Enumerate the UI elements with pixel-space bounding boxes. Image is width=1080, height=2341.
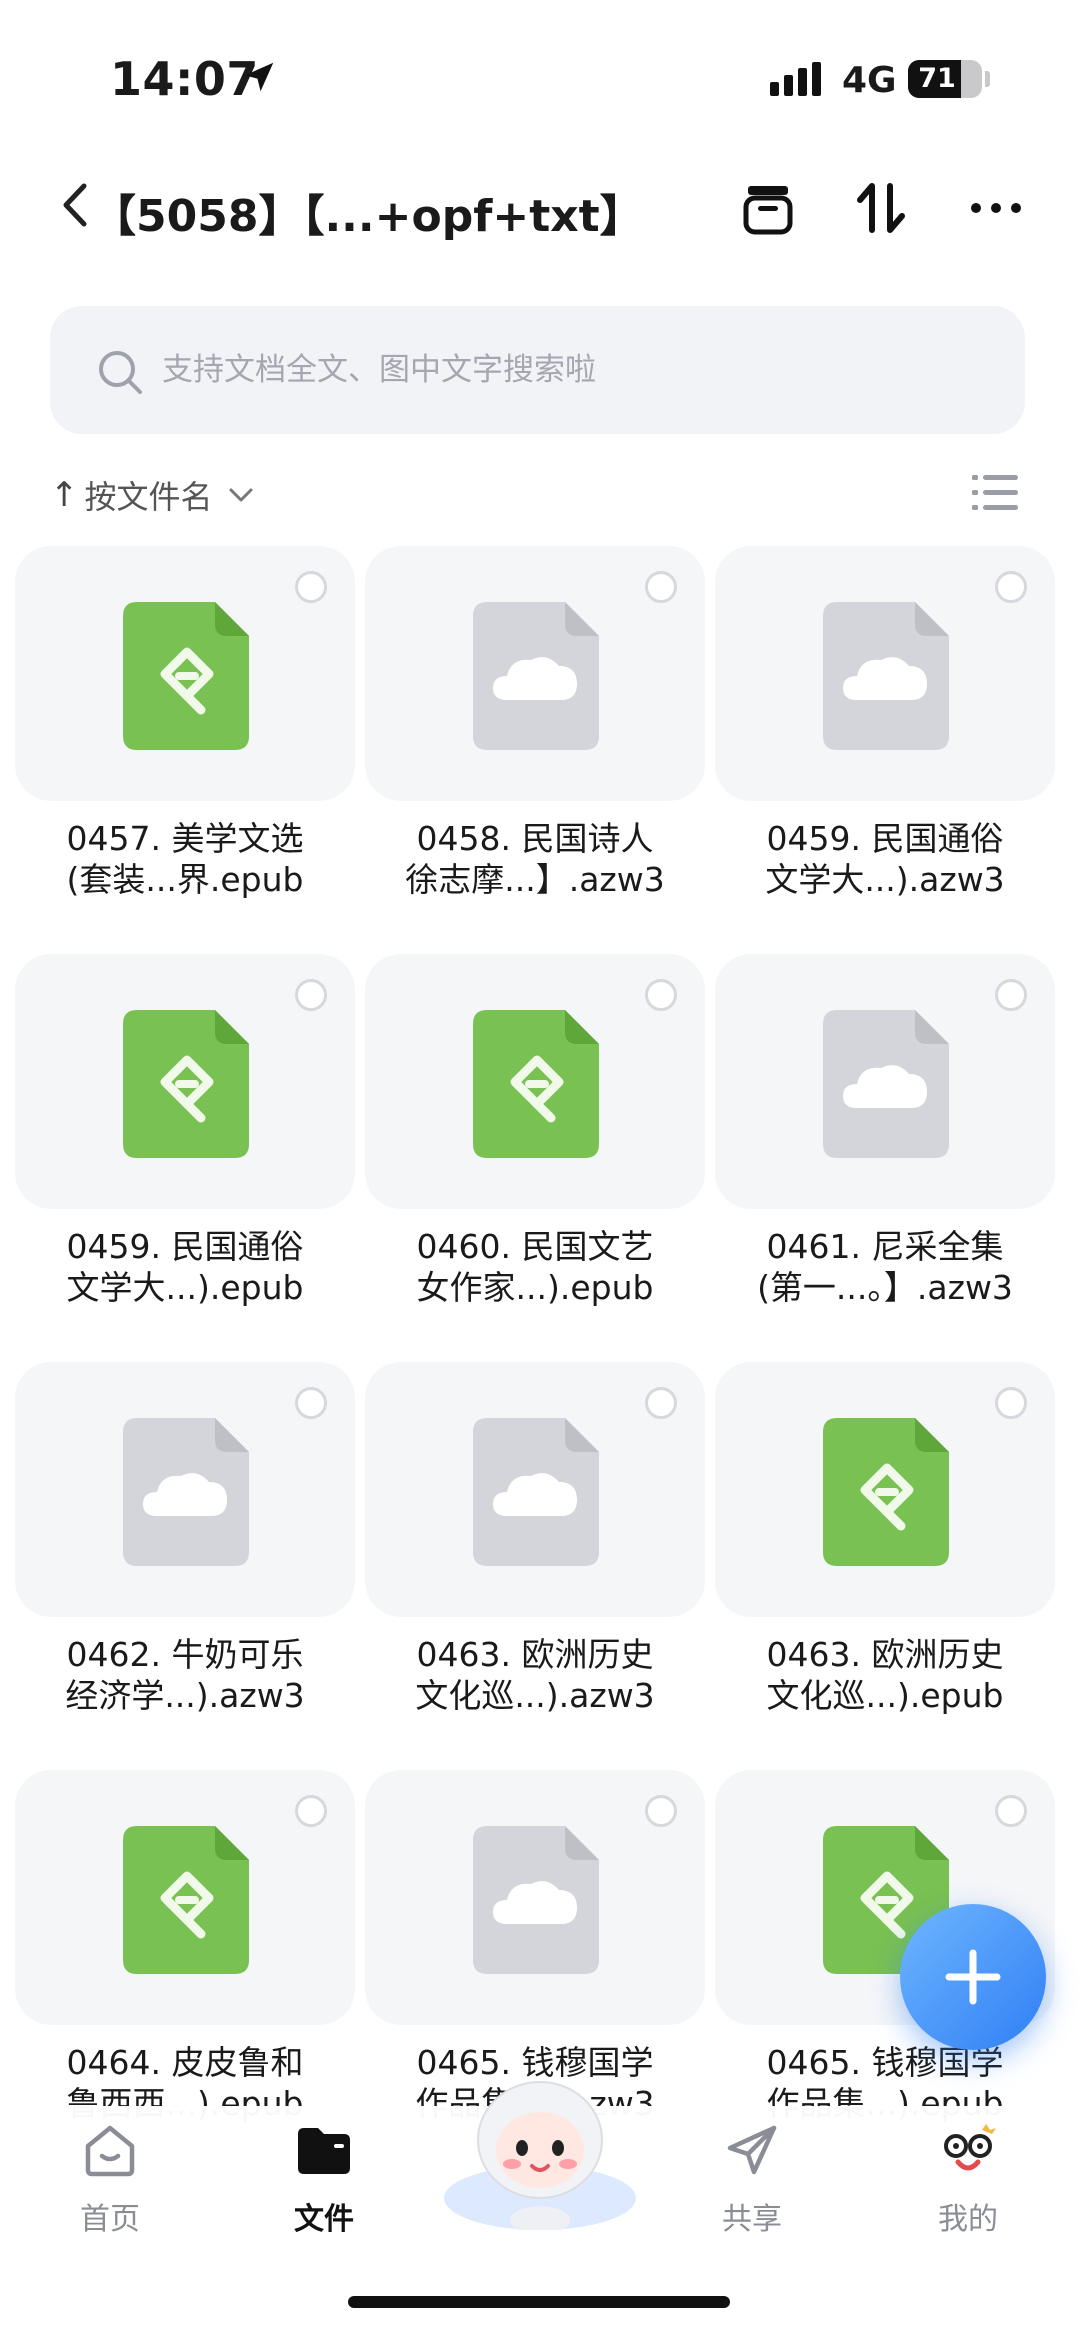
share-icon bbox=[727, 2125, 777, 2175]
file-name: 0462. 牛奶可乐 经济学...).azw3 bbox=[65, 1635, 305, 1715]
sort-direction: ↑ bbox=[50, 475, 79, 515]
cloud-file-icon bbox=[823, 602, 949, 750]
select-checkbox[interactable] bbox=[645, 1387, 677, 1419]
file-name: 0460. 民国文艺 女作家...).epub bbox=[416, 1227, 654, 1307]
folder-icon bbox=[298, 2128, 350, 2174]
sort-selector[interactable]: ↑ 按文件名 bbox=[50, 470, 255, 520]
cloud-file-icon bbox=[473, 602, 599, 750]
search-bar[interactable] bbox=[50, 306, 1025, 434]
sort-label: 按文件名 bbox=[84, 478, 213, 516]
profile-icon bbox=[944, 2124, 996, 2171]
file-item[interactable]: 0462. 牛奶可乐 经济学...).azw3 bbox=[15, 1362, 355, 1762]
epub-file-icon bbox=[123, 602, 249, 750]
network-type: 4G bbox=[842, 60, 897, 101]
select-checkbox[interactable] bbox=[295, 1387, 327, 1419]
file-name: 0459. 民国通俗 文学大...).azw3 bbox=[765, 819, 1005, 899]
file-thumbnail[interactable] bbox=[15, 1362, 355, 1617]
file-name: 0458. 民国诗人 徐志摩...】.azw3 bbox=[405, 819, 665, 899]
home-indicator bbox=[348, 2296, 730, 2308]
select-checkbox[interactable] bbox=[645, 979, 677, 1011]
file-thumbnail[interactable] bbox=[715, 1362, 1055, 1617]
file-item[interactable]: 0459. 民国通俗 文学大...).azw3 bbox=[715, 546, 1055, 946]
sort-order-icon[interactable] bbox=[852, 178, 912, 238]
cloud-file-icon bbox=[123, 1418, 249, 1566]
select-checkbox[interactable] bbox=[995, 979, 1027, 1011]
location-arrow-icon bbox=[244, 62, 274, 92]
select-checkbox[interactable] bbox=[295, 1795, 327, 1827]
tab-files-label: 文件 bbox=[294, 2202, 354, 2237]
file-name: 0463. 欧洲历史 文化巡...).epub bbox=[766, 1635, 1004, 1715]
select-checkbox[interactable] bbox=[995, 1795, 1027, 1827]
file-thumbnail[interactable] bbox=[715, 546, 1055, 801]
plus-icon bbox=[945, 1949, 1001, 2005]
file-item[interactable]: 0458. 民国诗人 徐志摩...】.azw3 bbox=[365, 546, 705, 946]
file-name: 0463. 欧洲历史 文化巡...).azw3 bbox=[415, 1635, 655, 1715]
cloud-file-icon bbox=[823, 1010, 949, 1158]
file-name: 0459. 民国通俗 文学大...).epub bbox=[66, 1227, 304, 1307]
select-checkbox[interactable] bbox=[295, 571, 327, 603]
epub-file-icon bbox=[473, 1010, 599, 1158]
file-thumbnail[interactable] bbox=[365, 1770, 705, 2025]
chevron-down-icon bbox=[229, 488, 253, 502]
tab-share-label: 共享 bbox=[722, 2202, 782, 2237]
search-icon bbox=[99, 351, 142, 394]
file-thumbnail[interactable] bbox=[365, 1362, 705, 1617]
cloud-file-icon bbox=[473, 1418, 599, 1566]
select-checkbox[interactable] bbox=[995, 1387, 1027, 1419]
file-item[interactable]: 0460. 民国文艺 女作家...).epub bbox=[365, 954, 705, 1354]
mascot-icon[interactable] bbox=[440, 2070, 640, 2230]
epub-file-icon bbox=[123, 1010, 249, 1158]
signal-icon bbox=[770, 62, 821, 96]
file-item[interactable]: 0457. 美学文选 (套装...界.epub bbox=[15, 546, 355, 946]
tab-home-label: 首页 bbox=[80, 2202, 140, 2237]
battery-level: 71 bbox=[918, 63, 956, 94]
more-icon[interactable] bbox=[966, 178, 1026, 238]
cloud-file-icon bbox=[473, 1826, 599, 1974]
file-thumbnail[interactable] bbox=[15, 954, 355, 1209]
select-checkbox[interactable] bbox=[995, 571, 1027, 603]
file-thumbnail[interactable] bbox=[15, 1770, 355, 2025]
tab-profile-label: 我的 bbox=[938, 2202, 998, 2237]
file-item[interactable]: 0461. 尼采全集 (第一...。】.azw3 bbox=[715, 954, 1055, 1354]
add-button[interactable] bbox=[900, 1904, 1046, 2050]
file-thumbnail[interactable] bbox=[365, 546, 705, 801]
file-item[interactable]: 0459. 民国通俗 文学大...).epub bbox=[15, 954, 355, 1354]
select-checkbox[interactable] bbox=[295, 979, 327, 1011]
file-name: 0457. 美学文选 (套装...界.epub bbox=[66, 819, 304, 899]
battery-icon: 71 bbox=[908, 60, 982, 98]
search-input[interactable] bbox=[162, 342, 982, 398]
file-item[interactable]: 0463. 欧洲历史 文化巡...).epub bbox=[715, 1362, 1055, 1762]
back-icon[interactable] bbox=[58, 180, 92, 230]
file-name: 0461. 尼采全集 (第一...。】.azw3 bbox=[757, 1227, 1013, 1307]
battery-nub bbox=[985, 71, 990, 87]
tab-share[interactable]: 共享 bbox=[672, 2120, 832, 2260]
file-item[interactable]: 0463. 欧洲历史 文化巡...).azw3 bbox=[365, 1362, 705, 1762]
epub-file-icon bbox=[123, 1826, 249, 1974]
tab-home[interactable]: 首页 bbox=[30, 2120, 190, 2260]
list-view-icon[interactable] bbox=[972, 472, 1018, 514]
home-icon bbox=[85, 2125, 135, 2177]
archive-icon[interactable] bbox=[738, 178, 798, 238]
tab-profile[interactable]: 我的 bbox=[888, 2120, 1048, 2260]
status-bar: 14:07 4G 71 bbox=[0, 0, 1080, 150]
status-time: 14:07 bbox=[110, 52, 259, 106]
file-thumbnail[interactable] bbox=[365, 954, 705, 1209]
epub-file-icon bbox=[823, 1418, 949, 1566]
file-thumbnail[interactable] bbox=[15, 546, 355, 801]
select-checkbox[interactable] bbox=[645, 571, 677, 603]
tab-files[interactable]: 文件 bbox=[244, 2120, 404, 2260]
page-title: 【5058】【...+opf+txt】 bbox=[92, 191, 644, 242]
select-checkbox[interactable] bbox=[645, 1795, 677, 1827]
file-thumbnail[interactable] bbox=[715, 954, 1055, 1209]
